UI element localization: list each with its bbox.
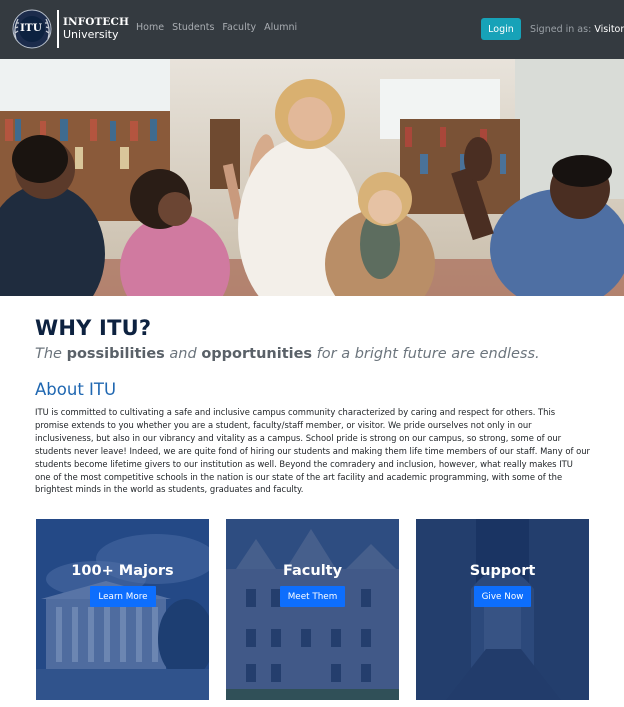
brand-name: INFOTECH	[63, 16, 130, 28]
login-button[interactable]: Login	[481, 18, 521, 40]
tagline-word-opportunities: opportunities	[201, 346, 313, 362]
nav-link-alumni[interactable]: Alumni	[264, 22, 297, 33]
brand-subtitle: University	[63, 28, 119, 41]
about-paragraph: ITU is committed to cultivating a safe a…	[35, 407, 590, 495]
top-navbar: ITU INFOTECH University Home Students Fa…	[0, 0, 624, 59]
card-title-faculty: Faculty	[282, 563, 343, 579]
about-heading: About ITU	[35, 380, 117, 399]
nav-links: Home Students Faculty Alumni	[136, 22, 297, 33]
hero-image	[0, 59, 624, 296]
signed-in-label: Signed in as:	[530, 24, 592, 35]
brand-divider	[57, 10, 59, 48]
seal-text: ITU	[20, 22, 42, 34]
tagline-word-possibilities: possibilities	[66, 346, 165, 362]
tagline-word-and: and	[169, 346, 197, 362]
page-title: WHY ITU?	[35, 316, 152, 340]
nav-link-faculty[interactable]: Faculty	[222, 22, 256, 33]
archway-icon	[416, 519, 589, 700]
group-photo-icon	[0, 59, 624, 296]
card-faculty: Faculty Meet Them	[226, 519, 399, 700]
card-title-majors: 100+ Majors	[71, 563, 174, 579]
signed-in-status: Signed in as: Visitor	[530, 24, 624, 35]
learn-more-button[interactable]: Learn More	[90, 586, 156, 607]
give-now-button[interactable]: Give Now	[474, 586, 531, 607]
card-support: Support Give Now	[416, 519, 589, 700]
brand-logo[interactable]: ITU INFOTECH University	[10, 8, 129, 50]
nav-link-students[interactable]: Students	[172, 22, 214, 33]
card-majors: 100+ Majors Learn More	[36, 519, 209, 700]
meet-them-button[interactable]: Meet Them	[280, 586, 345, 607]
gothic-building-icon	[226, 519, 399, 700]
tagline-word-the: The	[35, 346, 62, 362]
signed-in-user: Visitor	[594, 24, 624, 35]
campus-columns-icon	[36, 519, 209, 700]
nav-link-home[interactable]: Home	[136, 22, 164, 33]
card-title-support: Support	[469, 563, 536, 579]
tagline-ending: for a bright future are endless.	[316, 346, 540, 362]
tagline: The possibilities and opportunities for …	[35, 346, 540, 362]
